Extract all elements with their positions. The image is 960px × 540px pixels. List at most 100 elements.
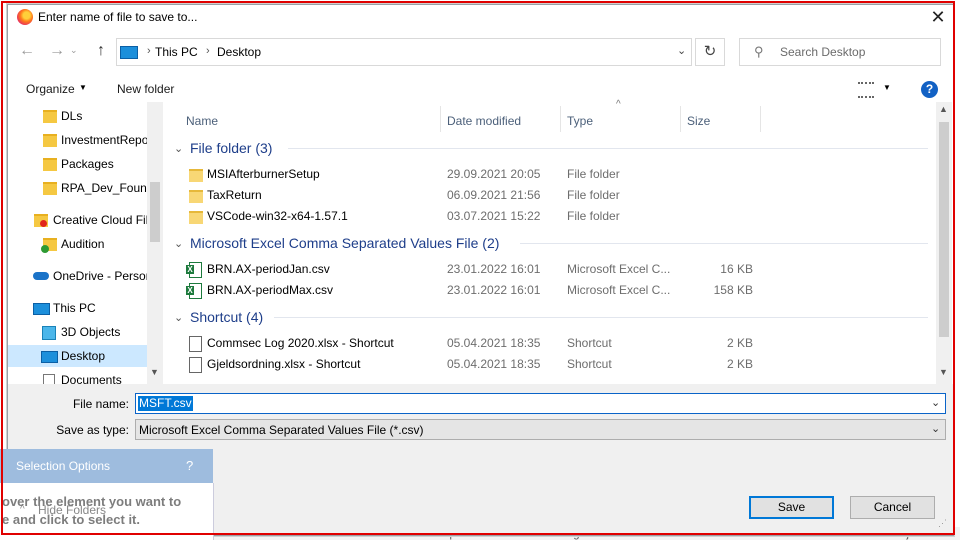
- file-size: 2 KB: [726, 357, 753, 371]
- forward-button[interactable]: →: [46, 39, 68, 63]
- file-list-scrollbar[interactable]: ▲ ▼: [936, 102, 952, 384]
- file-name: BRN.AX-periodMax.csv: [207, 283, 334, 297]
- file-type: Microsoft Excel C...: [567, 262, 671, 276]
- file-name-dropdown-icon[interactable]: ⌄: [931, 396, 940, 409]
- file-list-scroll-thumb[interactable]: [939, 122, 949, 337]
- desktop-icon: [41, 351, 58, 363]
- file-size: 2 KB: [726, 336, 753, 350]
- address-dropdown-icon[interactable]: ⌄: [677, 44, 686, 57]
- selection-options-title: Selection Options: [16, 459, 111, 473]
- group-header-file-folder[interactable]: File folder (3): [190, 140, 272, 156]
- close-button[interactable]: ✕: [926, 6, 950, 28]
- nav-item-creative-cloud[interactable]: Creative Cloud Fil: [8, 209, 147, 231]
- excel-csv-icon: [186, 262, 202, 278]
- up-button[interactable]: ↑: [90, 39, 112, 63]
- column-header-date[interactable]: Date modified: [447, 109, 521, 133]
- recent-locations-chevron-icon[interactable]: ⌄: [70, 45, 78, 56]
- selection-instruction-line1: over the element you want to: [2, 494, 182, 509]
- file-row[interactable]: MSIAfterburnerSetup 29.09.2021 20:05 Fil…: [181, 164, 771, 185]
- breadcrumb-separator-icon: ›: [147, 45, 151, 57]
- breadcrumb-desktop[interactable]: Desktop: [217, 45, 261, 59]
- file-name: Gjeldsordning.xlsx - Shortcut: [207, 357, 361, 371]
- column-divider[interactable]: [680, 106, 681, 132]
- search-input[interactable]: ⚲ Search Desktop: [739, 38, 941, 66]
- group-header-shortcut[interactable]: Shortcut (4): [190, 309, 263, 325]
- group-header-csv[interactable]: Microsoft Excel Comma Separated Values F…: [190, 235, 499, 251]
- group-divider: [288, 148, 928, 149]
- excel-csv-icon: [186, 283, 202, 299]
- nav-item-dls[interactable]: DLs: [8, 105, 147, 127]
- nav-item-label: Documents: [61, 373, 122, 384]
- selection-help-icon[interactable]: ?: [186, 458, 193, 473]
- nav-pane-scrollbar[interactable]: ▼: [147, 102, 163, 384]
- view-options-icon[interactable]: [858, 82, 874, 98]
- save-type-select[interactable]: Microsoft Excel Comma Separated Values F…: [135, 419, 946, 440]
- new-folder-button[interactable]: New folder: [117, 82, 174, 96]
- organize-menu[interactable]: Organize: [26, 82, 75, 96]
- nav-pane-scroll-thumb[interactable]: [150, 182, 160, 242]
- help-icon[interactable]: ?: [921, 81, 938, 98]
- title-bar: Enter name of file to save to... ✕: [8, 5, 953, 29]
- column-header-type[interactable]: Type: [567, 109, 593, 133]
- group-collapse-chevron-icon[interactable]: ⌄: [174, 311, 183, 324]
- folder-icon: [43, 158, 57, 171]
- scroll-down-icon[interactable]: ▼: [939, 367, 948, 377]
- resize-grip-icon[interactable]: ⋰: [938, 518, 947, 529]
- file-name-input[interactable]: MSFT.csv ⌄: [135, 393, 946, 414]
- file-type: Microsoft Excel C...: [567, 283, 671, 297]
- organize-chevron-icon: ▼: [79, 83, 87, 92]
- cancel-button[interactable]: Cancel: [850, 496, 935, 519]
- column-header-size[interactable]: Size: [687, 109, 710, 133]
- nav-item-label: Creative Cloud Fil: [53, 213, 147, 227]
- view-chevron-icon[interactable]: ▼: [883, 83, 891, 92]
- firefox-icon: [17, 9, 33, 25]
- breadcrumb-this-pc[interactable]: This PC: [155, 45, 198, 59]
- file-row[interactable]: Gjeldsordning.xlsx - Shortcut 05.04.2021…: [181, 354, 771, 375]
- column-header-name[interactable]: Name: [186, 109, 218, 133]
- nav-item-3d-objects[interactable]: 3D Objects: [8, 321, 147, 343]
- file-size: 158 KB: [713, 283, 753, 297]
- window-title: Enter name of file to save to...: [38, 10, 198, 24]
- group-collapse-chevron-icon[interactable]: ⌄: [174, 237, 183, 250]
- nav-item-audition[interactable]: Audition: [8, 233, 147, 255]
- file-type: File folder: [567, 167, 620, 181]
- computer-icon: [33, 303, 50, 315]
- file-type: File folder: [567, 188, 620, 202]
- nav-item-documents[interactable]: Documents: [8, 369, 147, 384]
- nav-item-onedrive[interactable]: OneDrive - Persor: [8, 265, 147, 287]
- save-type-dropdown-icon[interactable]: ⌄: [931, 422, 940, 435]
- file-date: 03.07.2021 15:22: [447, 209, 541, 223]
- nav-item-packages[interactable]: Packages: [8, 153, 147, 175]
- nav-item-rpa-dev[interactable]: RPA_Dev_Found: [8, 177, 147, 199]
- file-row[interactable]: BRN.AX-periodJan.csv 23.01.2022 16:01 Mi…: [181, 259, 771, 280]
- scroll-down-icon[interactable]: ▼: [150, 367, 159, 377]
- file-name: MSIAfterburnerSetup: [207, 167, 320, 181]
- column-divider[interactable]: [760, 106, 761, 132]
- file-row[interactable]: BRN.AX-periodMax.csv 23.01.2022 16:01 Mi…: [181, 280, 771, 301]
- address-bar[interactable]: › This PC › Desktop ⌄: [116, 38, 692, 66]
- nav-item-investmentrepo[interactable]: InvestmentRepo: [8, 129, 147, 151]
- folder-icon: [43, 134, 57, 147]
- column-divider[interactable]: [560, 106, 561, 132]
- file-name: BRN.AX-periodJan.csv: [207, 262, 330, 276]
- scroll-up-icon[interactable]: ▲: [939, 104, 948, 114]
- nav-item-desktop[interactable]: Desktop: [8, 345, 147, 367]
- selection-instruction-line2: e and click to select it.: [2, 512, 140, 527]
- file-row[interactable]: VSCode-win32-x64-1.57.1 03.07.2021 15:22…: [181, 206, 771, 227]
- column-divider[interactable]: [440, 106, 441, 132]
- sync-status-icon: [41, 245, 49, 253]
- file-row[interactable]: TaxReturn 06.09.2021 21:56 File folder: [181, 185, 771, 206]
- nav-item-label: DLs: [61, 109, 83, 123]
- file-row[interactable]: Commsec Log 2020.xlsx - Shortcut 05.04.2…: [181, 333, 771, 354]
- nav-item-label: OneDrive - Persor: [53, 269, 147, 283]
- back-button[interactable]: ←: [16, 39, 38, 63]
- refresh-button[interactable]: ↻: [695, 38, 725, 66]
- navigation-pane: DLs InvestmentRepo Packages RPA_Dev_Foun…: [8, 102, 163, 384]
- group-collapse-chevron-icon[interactable]: ⌄: [174, 142, 183, 155]
- save-type-label: Save as type:: [56, 423, 129, 437]
- save-button[interactable]: Save: [749, 496, 834, 519]
- folder-icon: [43, 110, 57, 123]
- file-name: VSCode-win32-x64-1.57.1: [207, 209, 348, 223]
- file-date: 06.09.2021 21:56: [447, 188, 541, 202]
- nav-item-this-pc[interactable]: This PC: [8, 297, 147, 319]
